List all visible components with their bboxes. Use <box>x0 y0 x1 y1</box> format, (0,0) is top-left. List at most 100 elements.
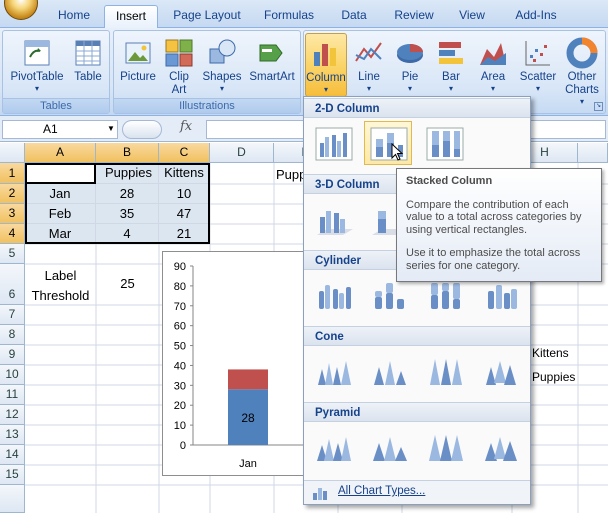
cell-c3[interactable]: 47 <box>159 204 210 224</box>
stacked-pyramid-icon <box>373 437 407 461</box>
formula-bar-resize-handle[interactable] <box>122 120 162 139</box>
tab-review[interactable]: Review <box>388 5 440 28</box>
scatter-chart-button[interactable]: Scatter ▾ <box>516 33 560 97</box>
column-header-d[interactable]: D <box>210 143 274 163</box>
row-header-14[interactable]: 14 <box>0 445 25 465</box>
cell-e1[interactable]: Pupp <box>276 167 306 182</box>
3d-cylinder-icon <box>488 285 517 309</box>
ribbon-tab-bar: Home Insert Page Layout Formulas Data Re… <box>0 0 608 28</box>
row-header-6[interactable]: 6 <box>0 264 25 305</box>
clustered-column-option[interactable] <box>309 121 357 165</box>
column-chart-gallery: 2-D Column 3-D Column Cylinder Cone Pyra… <box>303 96 531 505</box>
column-header-c[interactable]: C <box>159 143 210 163</box>
row-header-8[interactable]: 8 <box>0 325 25 345</box>
name-box-dropdown-icon[interactable]: ▼ <box>107 124 115 133</box>
section-pyramid: Pyramid <box>304 402 530 422</box>
column-chart-button[interactable]: Column ▾ <box>305 33 347 97</box>
chart-plot: 90 80 70 60 50 40 30 20 10 0 Jan 28 <box>174 261 308 470</box>
tab-add-ins[interactable]: Add-Ins <box>506 5 566 28</box>
row-header-10[interactable]: 10 <box>0 365 25 385</box>
column-header-i[interactable] <box>578 143 608 163</box>
cell-b3[interactable]: 35 <box>96 204 159 224</box>
cell-a3[interactable]: Feb <box>25 204 96 224</box>
clustered-cylinder-option[interactable] <box>309 273 357 317</box>
cell-b4[interactable]: 4 <box>96 224 159 244</box>
chart-y-tick-label: 30 <box>174 380 186 392</box>
row-header-2[interactable]: 2 <box>0 184 25 204</box>
chart-y-tick-label: 10 <box>174 420 186 432</box>
all-chart-types-link[interactable]: All Chart Types... <box>338 485 425 497</box>
tooltip-description: Compare the contribution of each value t… <box>406 198 582 236</box>
cell-c2[interactable]: 10 <box>159 184 210 204</box>
column-header-b[interactable]: B <box>96 143 159 163</box>
cell-a4[interactable]: Mar <box>25 224 96 244</box>
doughnut-chart-icon <box>566 37 598 69</box>
clustered-pyramid-option[interactable] <box>309 425 357 469</box>
legend-entry-puppies: Puppies <box>532 370 576 384</box>
cell-b1[interactable]: Puppies <box>96 163 159 184</box>
stacked-pyramid-option[interactable] <box>364 425 412 469</box>
3d-clustered-column-option[interactable] <box>309 197 357 241</box>
pivottable-button[interactable]: PivotTable ▾ <box>6 33 68 97</box>
select-all-corner[interactable] <box>0 143 25 163</box>
cell-a2[interactable]: Jan <box>25 184 96 204</box>
tab-home[interactable]: Home <box>50 5 98 28</box>
tab-insert[interactable]: Insert <box>104 5 158 28</box>
row-header-3[interactable]: 3 <box>0 204 25 224</box>
line-chart-button[interactable]: Line ▾ <box>350 33 388 97</box>
mouse-cursor-icon <box>391 143 404 161</box>
cell-b2[interactable]: 28 <box>96 184 159 204</box>
tab-page-layout[interactable]: Page Layout <box>166 5 248 28</box>
100-stacked-pyramid-icon <box>429 435 463 461</box>
stacked-column-tooltip: Stacked Column Compare the contribution … <box>396 168 602 282</box>
other-charts-button[interactable]: Other Charts ▾ <box>562 33 602 109</box>
cell-a5-a6[interactable]: Label Threshold <box>25 266 96 306</box>
clustered-cone-option[interactable] <box>309 349 357 393</box>
legend-entry-kittens: Kittens <box>532 346 569 360</box>
shapes-button[interactable]: Shapes ▾ <box>200 33 244 97</box>
3d-pyramid-option[interactable] <box>476 425 524 469</box>
office-button[interactable] <box>4 0 38 20</box>
row-header-15[interactable]: 15 <box>0 465 25 485</box>
row-header-9[interactable]: 9 <box>0 345 25 365</box>
cell-b6[interactable]: 25 <box>96 276 159 291</box>
row-header-7[interactable]: 7 <box>0 305 25 325</box>
pie-chart-button[interactable]: Pie ▾ <box>392 33 428 97</box>
cell-c4[interactable]: 21 <box>159 224 210 244</box>
100-stacked-column-option[interactable] <box>420 121 468 165</box>
100-stacked-cone-option[interactable] <box>420 349 468 393</box>
scatter-chart-icon <box>525 41 550 66</box>
table-button[interactable]: Table <box>69 33 107 97</box>
insert-function-icon[interactable]: fx <box>180 119 192 134</box>
tab-formulas[interactable]: Formulas <box>258 5 320 28</box>
clustered-cylinder-icon <box>319 285 351 309</box>
smartart-button[interactable]: SmartArt <box>245 33 299 97</box>
row-header-5[interactable]: 5 <box>0 244 25 264</box>
3d-cone-option[interactable] <box>476 349 524 393</box>
column-chart-icon <box>314 44 336 66</box>
row-header-1[interactable]: 1 <box>0 163 25 184</box>
area-chart-button[interactable]: Area ▾ <box>474 33 512 97</box>
embedded-chart[interactable]: 90 80 70 60 50 40 30 20 10 0 Jan 28 <box>162 251 308 476</box>
row-header-16[interactable] <box>0 485 25 513</box>
bar-chart-button[interactable]: Bar ▾ <box>432 33 470 97</box>
row-header-4[interactable]: 4 <box>0 224 25 244</box>
charts-dialog-launcher[interactable]: ↘ <box>594 102 603 111</box>
active-cell-a1[interactable] <box>25 163 96 184</box>
section-2d-column: 2-D Column <box>304 98 530 118</box>
chart-data-label: 28 <box>241 411 255 425</box>
100-stacked-pyramid-option[interactable] <box>420 425 468 469</box>
name-box[interactable]: A1 <box>2 120 118 139</box>
chart-y-tick-label: 80 <box>174 281 186 293</box>
row-header-13[interactable]: 13 <box>0 425 25 445</box>
row-header-11[interactable]: 11 <box>0 385 25 405</box>
stacked-cone-icon <box>374 361 406 385</box>
picture-button[interactable]: Picture <box>117 33 159 97</box>
tab-data[interactable]: Data <box>332 5 376 28</box>
cell-c1[interactable]: Kittens <box>159 163 210 184</box>
tab-view[interactable]: View <box>452 5 492 28</box>
3d-pyramid-icon <box>485 437 517 461</box>
stacked-cone-option[interactable] <box>364 349 412 393</box>
row-header-12[interactable]: 12 <box>0 405 25 425</box>
column-header-a[interactable]: A <box>25 143 96 163</box>
